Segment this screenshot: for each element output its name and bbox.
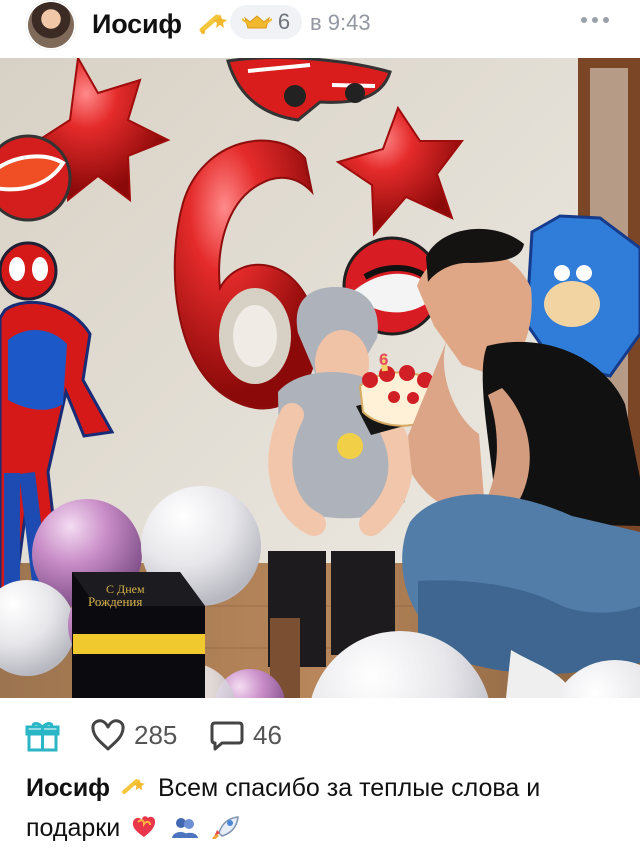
author-name[interactable]: Иосиф [92,9,182,39]
post-actions: 285 46 [0,708,640,764]
like-count: 285 [134,720,178,750]
gift-box: С Днем Рождения [72,572,205,698]
more-icon[interactable] [580,15,610,25]
cake-number: 6 [379,350,388,369]
comment-count: 46 [253,720,282,750]
heart-outline-icon[interactable] [90,718,126,752]
level-badge-icon [241,15,272,29]
caption-line-1: Всем спасибо за теплые слова и [157,774,541,802]
post-header: Иосиф 6 в 9:43 [0,0,640,58]
caption-author[interactable]: Иосиф [26,774,110,802]
post-caption: Иосиф Всем спасибо за теплые слова и под… [26,768,616,848]
level-badge[interactable]: 6 [230,5,302,39]
gift-box-line-2: Рождения [88,594,142,609]
post-author[interactable]: Иосиф [92,9,231,40]
sparkle-emoji [122,779,145,795]
post-time: в 9:43 [310,10,371,35]
avatar[interactable] [26,0,76,50]
birthday-photo-illustration: 6 С Днем Рождения [0,58,640,698]
gift-icon[interactable] [25,718,60,753]
caption-line-2: подарки [26,814,121,842]
sparkle-emoji [199,13,228,34]
post-photo[interactable]: 6 С Днем Рождения [0,58,640,698]
rocket-emoji [212,816,239,840]
level-number: 6 [277,9,291,34]
heart-on-fire-emoji [133,816,156,838]
people-emoji [172,818,199,839]
comment-outline-icon[interactable] [210,719,244,751]
